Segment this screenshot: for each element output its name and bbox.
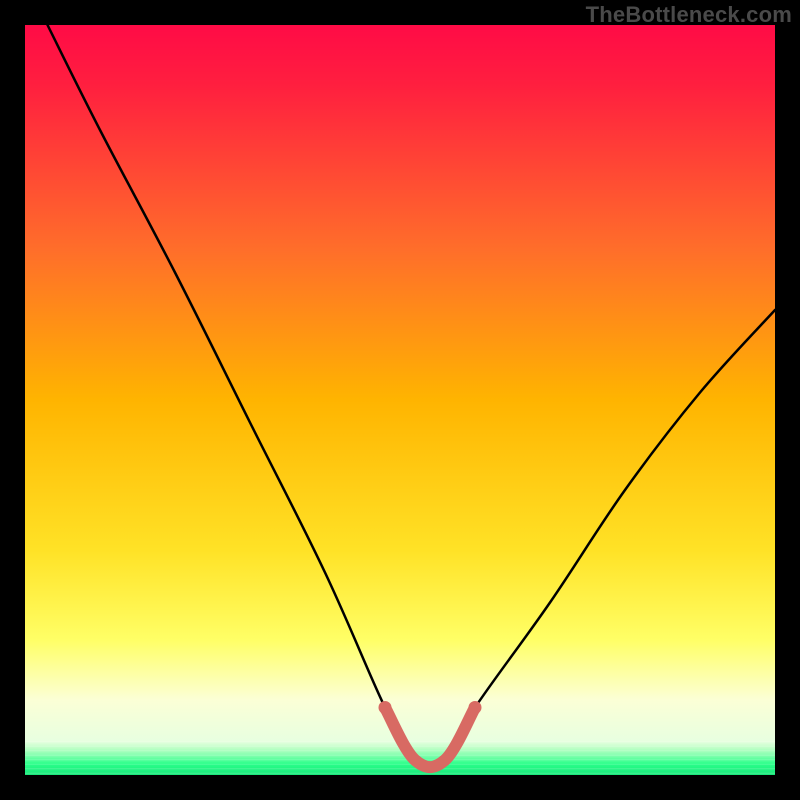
bottom-stripe <box>25 750 775 751</box>
bottom-stripe <box>25 755 775 756</box>
highlight-end-dot <box>469 701 482 714</box>
chart-svg <box>25 25 775 775</box>
bottom-stripe <box>25 768 775 769</box>
gradient-background <box>25 25 775 775</box>
chart-frame: TheBottleneck.com <box>0 0 800 800</box>
bottom-stripe <box>25 764 775 765</box>
bottom-stripe <box>25 759 775 760</box>
bottom-stripe <box>25 773 775 774</box>
highlight-start-dot <box>379 701 392 714</box>
watermark-text: TheBottleneck.com <box>586 2 792 28</box>
plot-area <box>25 25 775 775</box>
